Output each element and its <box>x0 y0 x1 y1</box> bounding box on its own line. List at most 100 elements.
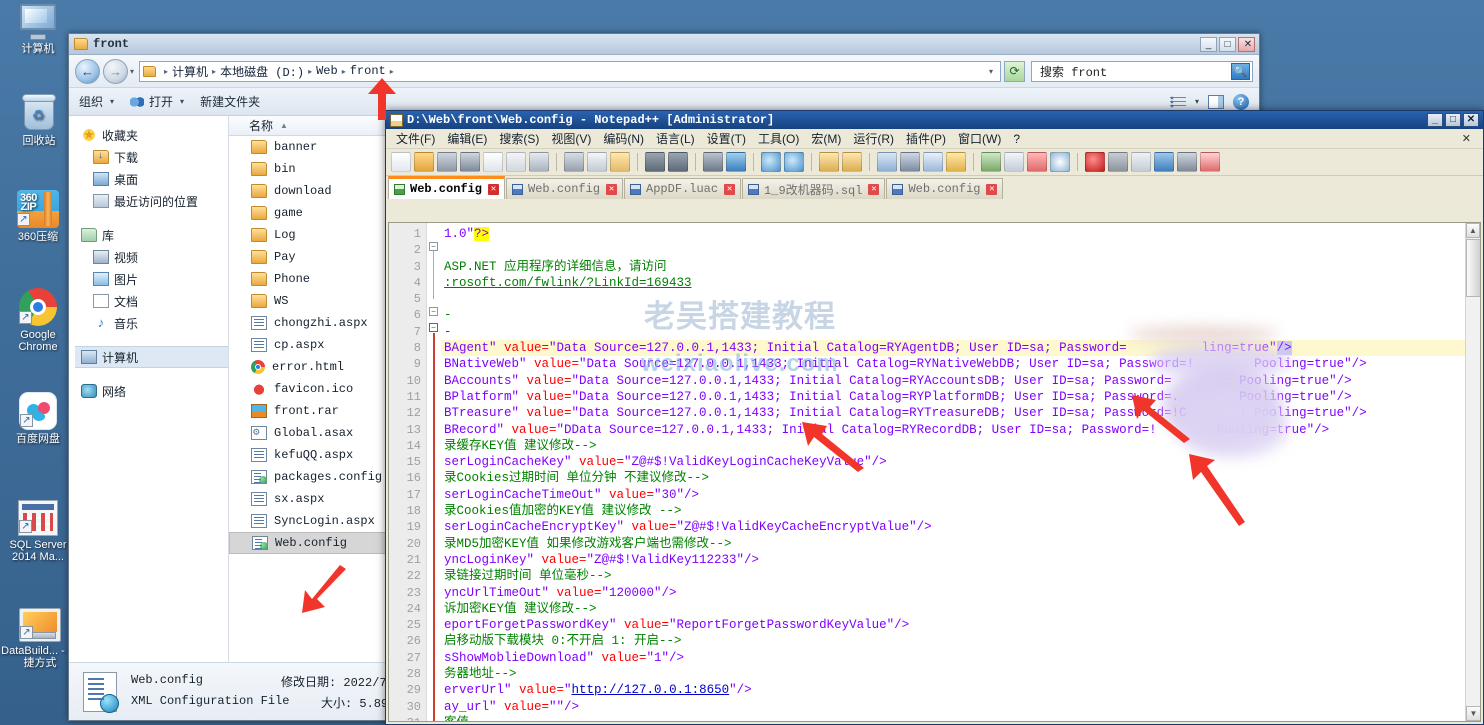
desktop-icon-google-chrome[interactable]: ↗ Google Chrome <box>0 288 76 353</box>
cut-icon[interactable] <box>564 152 584 172</box>
maximize-button[interactable]: □ <box>1219 36 1236 52</box>
monitor-icon[interactable] <box>1050 152 1070 172</box>
tree-item-music[interactable]: ♪ 音乐 <box>75 312 228 334</box>
chevron-down-icon[interactable]: ▾ <box>1195 97 1199 106</box>
print-icon[interactable] <box>529 152 549 172</box>
close-tab-icon[interactable]: ✕ <box>986 183 998 195</box>
close-tab-icon[interactable]: ✕ <box>724 183 736 195</box>
code-line[interactable]: 客值 → <box>441 715 1480 721</box>
undo-icon[interactable] <box>645 152 665 172</box>
desktop-icon-baidu-netdisk[interactable]: ↗ 百度网盘 <box>0 392 76 445</box>
fold-toggle-icon[interactable]: − <box>429 307 438 316</box>
desktop-icon-recycle-bin[interactable]: ♻ 回收站 <box>1 94 77 147</box>
code-line[interactable]: BAgent" value="Data Source=127.0.0.1,143… <box>441 340 1480 357</box>
breadcrumb-item-front[interactable]: front <box>350 64 386 78</box>
code-line[interactable] <box>441 242 1480 258</box>
scroll-up-button[interactable]: ▲ <box>1466 223 1480 238</box>
tree-item-pictures[interactable]: 图片 <box>75 268 228 290</box>
change-view-icon[interactable] <box>1169 94 1186 109</box>
maximize-button[interactable]: □ <box>1445 113 1461 127</box>
code-line[interactable]: ASP.NET 应用程序的详细信息，请访问 <box>441 259 1480 275</box>
editor-tab-4[interactable]: Web.config ✕ <box>886 178 1004 199</box>
search-input[interactable]: 搜索 front <box>1034 63 1231 80</box>
editor-tab-2[interactable]: AppDF.luac ✕ <box>624 178 742 199</box>
playback-macro-icon[interactable] <box>1131 152 1151 172</box>
code-line[interactable]: serLoginCacheEncryptKey" value="Z@#$!Val… <box>441 519 1480 535</box>
minimize-button[interactable]: _ <box>1200 36 1217 52</box>
code-line[interactable]: ay_url" value=""/> <box>441 699 1480 715</box>
menu-item-5[interactable]: 语言(L) <box>650 128 701 149</box>
editor-tab-1[interactable]: Web.config ✕ <box>506 178 624 199</box>
editor-tab-3[interactable]: 1_9改机器码.sql ✕ <box>742 178 886 199</box>
save-icon[interactable] <box>437 152 457 172</box>
forward-button[interactable]: → <box>103 58 128 84</box>
breadcrumb-caret-icon[interactable]: ▸ <box>342 67 346 76</box>
address-dropdown-caret-icon[interactable]: ▾ <box>985 67 997 76</box>
notepadpp-editor[interactable]: 1 2 3 4 5 6 7 8 9 10 11 12 13 14 15 16 17 18 19 20 21 22 23 24 2… <box>388 222 1481 722</box>
tree-item-documents[interactable]: 文档 <box>75 290 228 312</box>
back-button[interactable]: ← <box>75 58 100 84</box>
editor-vertical-scrollbar[interactable]: ▲ ▼ <box>1465 223 1480 721</box>
recent-pages-caret-icon[interactable]: ▾ <box>130 67 134 76</box>
breadcrumb-caret-icon[interactable]: ▸ <box>390 67 394 76</box>
preview-pane-icon[interactable] <box>1208 94 1224 109</box>
organize-button[interactable]: 组织 ▾ <box>79 93 114 110</box>
tree-item-network[interactable]: 网络 <box>75 380 228 402</box>
breadcrumb-item-computer[interactable]: 计算机 <box>172 63 208 80</box>
stop-macro-icon[interactable] <box>1108 152 1128 172</box>
menu-item-1[interactable]: 编辑(E) <box>441 128 493 149</box>
menu-item-6[interactable]: 设置(T) <box>701 128 752 149</box>
open-file-icon[interactable] <box>414 152 434 172</box>
code-line[interactable]: sShowMoblieDownload" value="1"/> <box>441 650 1480 666</box>
show-all-chars-icon[interactable] <box>900 152 920 172</box>
code-line[interactable]: BTreasure" value="Data Source=127.0.0.1,… <box>441 405 1480 421</box>
copy-icon[interactable] <box>587 152 607 172</box>
notepadpp-title-bar[interactable]: D:\Web\front\Web.config - Notepad++ [Adm… <box>386 111 1483 129</box>
redo-icon[interactable] <box>668 152 688 172</box>
code-line[interactable]: 录Cookies值加密的KEY值 建议修改 --> <box>441 503 1480 519</box>
breadcrumb-caret-icon[interactable]: ▸ <box>212 67 216 76</box>
code-line[interactable]: 启移动版下载模块 0:不开启 1: 开启--> <box>441 633 1480 649</box>
minimize-button[interactable]: _ <box>1427 113 1443 127</box>
code-line[interactable]: 诉加密KEY值 建议修改--> <box>441 601 1480 617</box>
refresh-button[interactable]: ⟳ <box>1004 60 1025 82</box>
search-icon[interactable]: 🔍 <box>1231 62 1250 80</box>
code-line[interactable]: :rosoft.com/fwlink/?LinkId=169433 <box>441 275 1480 291</box>
address-bar[interactable]: ▸ 计算机 ▸ 本地磁盘 (D:) ▸ Web ▸ front ▸ ▾ <box>139 60 1001 82</box>
close-button[interactable]: ✕ <box>1463 113 1479 127</box>
code-line[interactable]: yncUrlTimeOut" value="120000"/> <box>441 585 1480 601</box>
replace-icon[interactable] <box>726 152 746 172</box>
sync-scroll-v-icon[interactable] <box>819 152 839 172</box>
fast-playback-icon[interactable] <box>1154 152 1174 172</box>
function-list-icon[interactable] <box>1004 152 1024 172</box>
fold-toggle-icon[interactable]: − <box>429 323 438 332</box>
zoom-in-icon[interactable] <box>761 152 781 172</box>
tree-item-computer[interactable]: 计算机 <box>75 346 228 368</box>
code-line[interactable]: BPlatform" value="Data Source=127.0.0.1,… <box>441 389 1480 405</box>
doc-map-icon[interactable] <box>981 152 1001 172</box>
breadcrumb-item-web[interactable]: Web <box>316 64 338 78</box>
folder-as-workspace-icon[interactable] <box>1027 152 1047 172</box>
code-line[interactable]: 录缓存KEY值 建议修改--> <box>441 438 1480 454</box>
scroll-down-button[interactable]: ▼ <box>1466 706 1480 721</box>
menu-item-10[interactable]: 插件(P) <box>900 128 952 149</box>
menu-close-icon[interactable]: ✕ <box>1462 132 1479 145</box>
fold-toggle-icon[interactable]: − <box>429 242 438 251</box>
desktop-icon-sql-server-2014[interactable]: ↗ SQL Server 2014 Ma... <box>0 500 76 563</box>
word-wrap-icon[interactable] <box>877 152 897 172</box>
save-all-icon[interactable] <box>460 152 480 172</box>
close-tab-icon[interactable]: ✕ <box>868 183 880 195</box>
code-line[interactable] <box>441 291 1480 307</box>
code-line[interactable]: BAccounts" value="Data Source=127.0.0.1,… <box>441 373 1480 389</box>
code-line[interactable]: eportForgetPasswordKey" value="ReportFor… <box>441 617 1480 633</box>
menu-item-0[interactable]: 文件(F) <box>390 128 441 149</box>
paste-icon[interactable] <box>610 152 630 172</box>
code-line[interactable]: erverUrl" value="http://127.0.0.1:8650"/… <box>441 682 1480 698</box>
scrollbar-thumb[interactable] <box>1466 239 1480 297</box>
save-macro-icon[interactable] <box>1177 152 1197 172</box>
menu-item-2[interactable]: 搜索(S) <box>493 128 545 149</box>
tree-item-recent-places[interactable]: 最近访问的位置 <box>75 190 228 212</box>
menu-item-8[interactable]: 宏(M) <box>805 128 847 149</box>
menu-item-4[interactable]: 编码(N) <box>597 128 650 149</box>
code-line[interactable]: 录链接过期时间 单位毫秒--> <box>441 568 1480 584</box>
